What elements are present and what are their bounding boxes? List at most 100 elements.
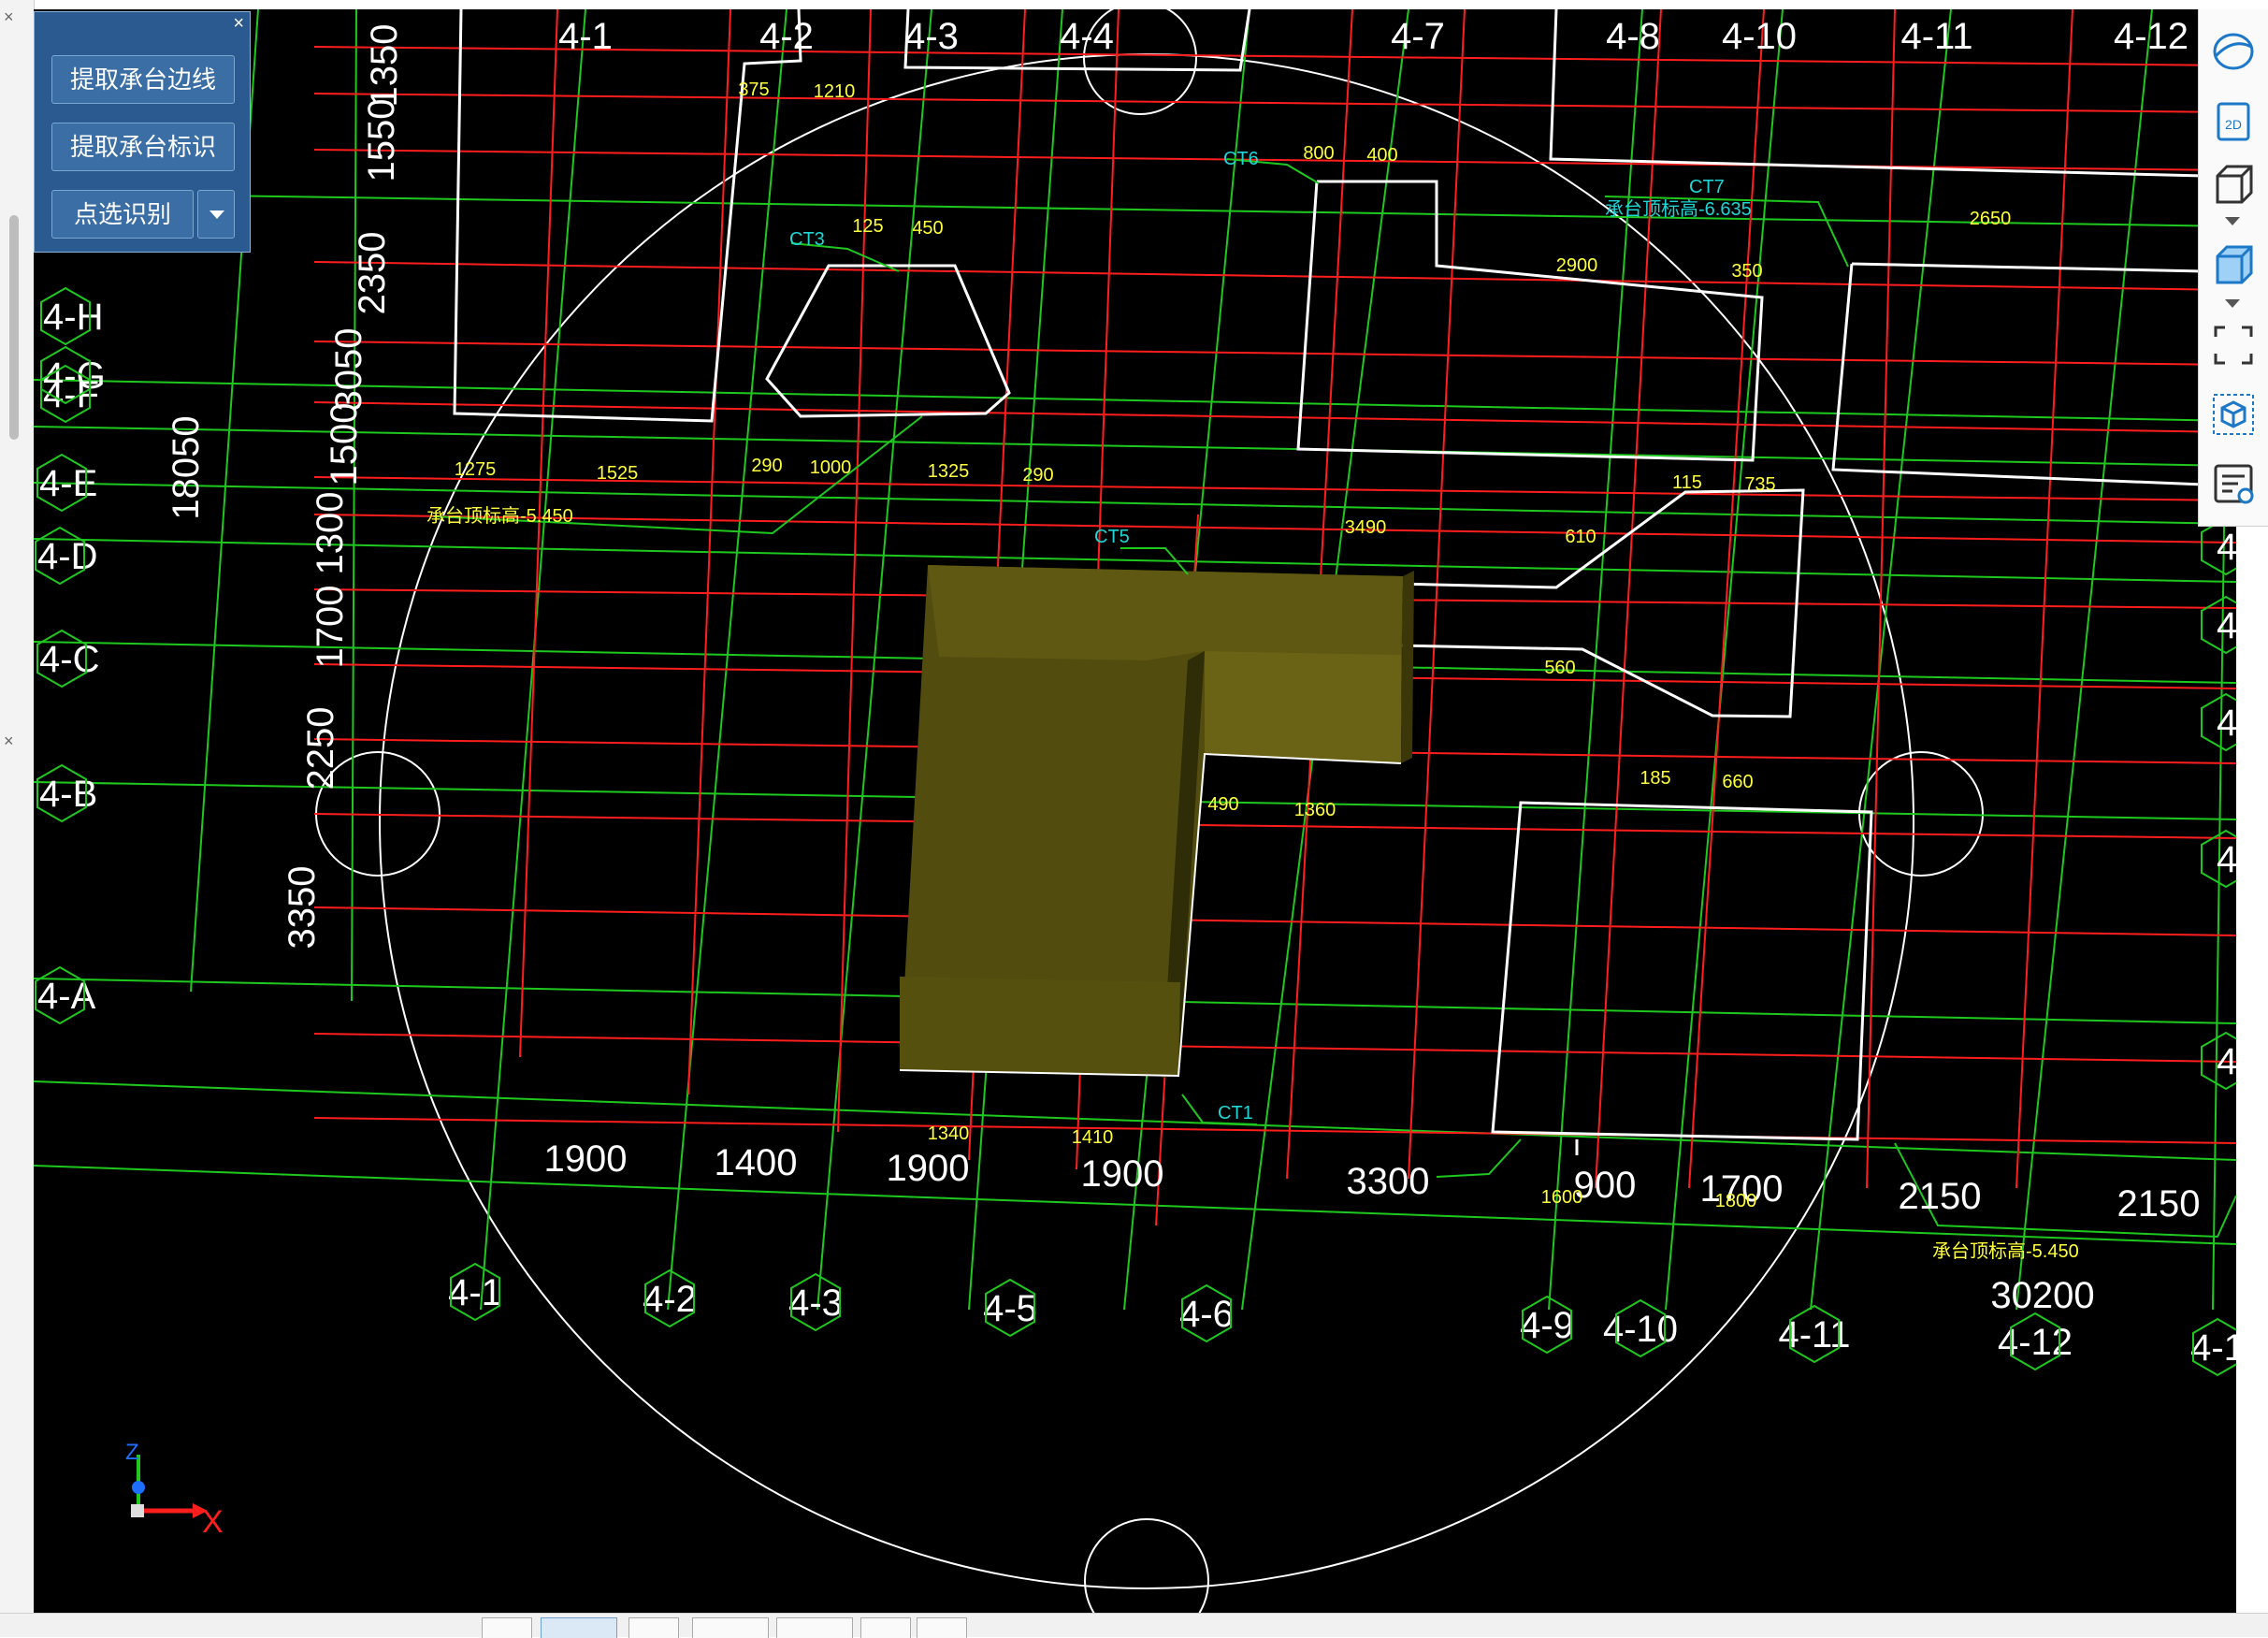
axis-bottom-label: 4-5 xyxy=(983,1288,1037,1329)
cube-solid-icon[interactable] xyxy=(2210,241,2257,288)
axis-right-label: 4-B xyxy=(2217,839,2236,880)
small-dimension-label: 2650 xyxy=(1970,209,2012,229)
cube-select-icon[interactable] xyxy=(2210,391,2257,438)
small-dimension-label: 350 xyxy=(1731,261,1762,282)
small-dimension-label: 1410 xyxy=(1072,1127,1114,1148)
axis-line xyxy=(34,192,2236,227)
axis-line xyxy=(34,1080,2236,1161)
bottom-dimension-label: 2150 xyxy=(1899,1176,1982,1217)
dimension-line xyxy=(2015,9,2073,1189)
axis-top-label: 4-11 xyxy=(1900,16,1972,57)
dimension-line xyxy=(313,813,2236,839)
dimension-line xyxy=(313,341,2236,366)
small-dimension-label: 125 xyxy=(852,216,883,237)
small-dimension-label: 490 xyxy=(1207,794,1238,815)
left-dimension-label: 1500 xyxy=(324,403,365,486)
axis-bottom-label: 4-3 xyxy=(788,1283,843,1324)
axis-left-label: 4-A xyxy=(37,976,96,1017)
bottom-tool-button[interactable] xyxy=(628,1617,679,1638)
elevation-label: 承台顶标高-5.450 xyxy=(1932,1240,2079,1262)
dimension-line xyxy=(313,906,2236,936)
bottom-tool-button-active[interactable] xyxy=(541,1617,617,1638)
left-dimension-label: 18050 xyxy=(166,415,207,519)
axis-top-label: 4-2 xyxy=(759,16,814,57)
small-dimension-label: 1600 xyxy=(1541,1187,1583,1208)
bottom-dimension-label: 2150 xyxy=(2117,1183,2201,1225)
bottom-toolbar xyxy=(0,1613,2268,1638)
axis-line xyxy=(2015,9,2153,1311)
left-dimension-label: 1550 xyxy=(361,99,402,182)
strip-close-icon[interactable]: × xyxy=(4,7,14,27)
axis-left-label: 4-D xyxy=(37,536,97,577)
left-dimension-label: 1300 xyxy=(310,492,351,575)
axis-top-label: 4-1 xyxy=(558,16,613,57)
panel-close-icon[interactable]: × xyxy=(233,13,244,34)
axis-right-label: 4-E xyxy=(2217,527,2236,568)
dimension-line xyxy=(519,9,558,1058)
sphere-icon[interactable] xyxy=(2210,28,2257,75)
small-dimension-label: 290 xyxy=(751,456,782,476)
axis-top-label: 4-3 xyxy=(904,16,959,57)
axis-top-label: 4-8 xyxy=(1606,16,1660,57)
small-dimension-label: 1325 xyxy=(928,461,970,482)
axis-indicator: X Z xyxy=(125,1440,224,1540)
bottom-tool-button[interactable] xyxy=(692,1617,769,1638)
bottom-tool-button[interactable] xyxy=(776,1617,853,1638)
bottom-dimension-label: 900 xyxy=(1574,1165,1637,1206)
strip-scrollbar[interactable] xyxy=(9,215,19,440)
extract-cap-mark-button[interactable]: 提取承台标识 xyxy=(51,123,235,171)
small-dimension-label: 450 xyxy=(912,218,943,239)
small-dimension-label: 610 xyxy=(1565,527,1596,547)
axis-z-label: Z xyxy=(125,1440,139,1465)
dimension-line xyxy=(313,149,2236,171)
list-view-icon[interactable] xyxy=(2210,460,2257,507)
axis-line xyxy=(1810,9,1952,1311)
left-dimension-label: 1350 xyxy=(364,24,405,108)
left-dimension-label: 3350 xyxy=(282,866,323,949)
view-2d-icon[interactable]: 2D xyxy=(2210,98,2257,145)
axis-right-label: 4-C xyxy=(2217,703,2236,744)
panel-titlebar[interactable]: × xyxy=(35,12,250,36)
axis-bottom-label: 4-2 xyxy=(643,1279,697,1320)
axis-bottom-label: 4-12 xyxy=(1998,1322,2073,1363)
axis-left-label: 4-H xyxy=(43,297,103,338)
axis-top-label: 4-10 xyxy=(1722,16,1797,57)
small-dimension-label: 1340 xyxy=(928,1123,970,1144)
axis-right-label: 4-A xyxy=(2217,1041,2236,1082)
cube-wire-icon[interactable] xyxy=(2210,161,2257,208)
left-dimension-label: 3050 xyxy=(328,328,369,412)
small-dimension-label: 1525 xyxy=(597,463,639,484)
axis-bottom-label: 4-10 xyxy=(1603,1309,1678,1350)
axis-line xyxy=(34,482,2236,525)
bottom-dimension-label: 1900 xyxy=(544,1138,628,1180)
small-dimension-label: 115 xyxy=(1672,472,1702,493)
axis-top-label: 4-4 xyxy=(1060,16,1114,57)
axis-left-label: 4-B xyxy=(39,774,97,815)
cap-label: CT7 xyxy=(1689,177,1725,197)
small-dimension-label: 400 xyxy=(1366,145,1397,166)
small-dimension-label: 185 xyxy=(1640,768,1670,789)
bottom-tool-button[interactable] xyxy=(860,1617,911,1638)
bottom-tool-button[interactable] xyxy=(482,1617,532,1638)
small-dimension-label: 1275 xyxy=(455,459,497,480)
point-select-identify-button[interactable]: 点选识别 xyxy=(51,190,194,239)
bottom-tool-button[interactable] xyxy=(917,1617,967,1638)
axis-bottom-label: 4-1 xyxy=(448,1272,502,1313)
small-dimension-label: 735 xyxy=(1744,474,1775,495)
frame-select-icon[interactable] xyxy=(2210,322,2257,369)
cube-wire-dropdown-icon[interactable] xyxy=(2225,217,2240,225)
cube-solid-dropdown-icon[interactable] xyxy=(2225,299,2240,308)
recognition-panel: × 提取承台边线 提取承台标识 点选识别 xyxy=(34,11,251,253)
bottom-dimension-label: 30200 xyxy=(1990,1275,2094,1316)
cad-viewport[interactable]: 4-1 4-2 4-3 4-4 4-7 4-8 4-10 4-11 4-12 4-1 4-2 4-3… xyxy=(34,9,2236,1613)
small-circle xyxy=(1084,1518,1209,1613)
small-dimension-label: 660 xyxy=(1722,772,1753,792)
small-dimension-label: 1210 xyxy=(814,81,856,102)
small-dimension-label: 1360 xyxy=(1294,800,1336,820)
elevation-label: 承台顶标高-6.635 xyxy=(1605,198,1752,220)
extract-cap-edge-button[interactable]: 提取承台边线 xyxy=(51,55,235,104)
strip-close-icon-2[interactable]: × xyxy=(4,732,14,751)
axis-left-label: 4-C xyxy=(39,639,99,680)
identify-dropdown-button[interactable] xyxy=(197,190,235,239)
elevation-label: 承台顶标高-5.450 xyxy=(426,505,573,527)
